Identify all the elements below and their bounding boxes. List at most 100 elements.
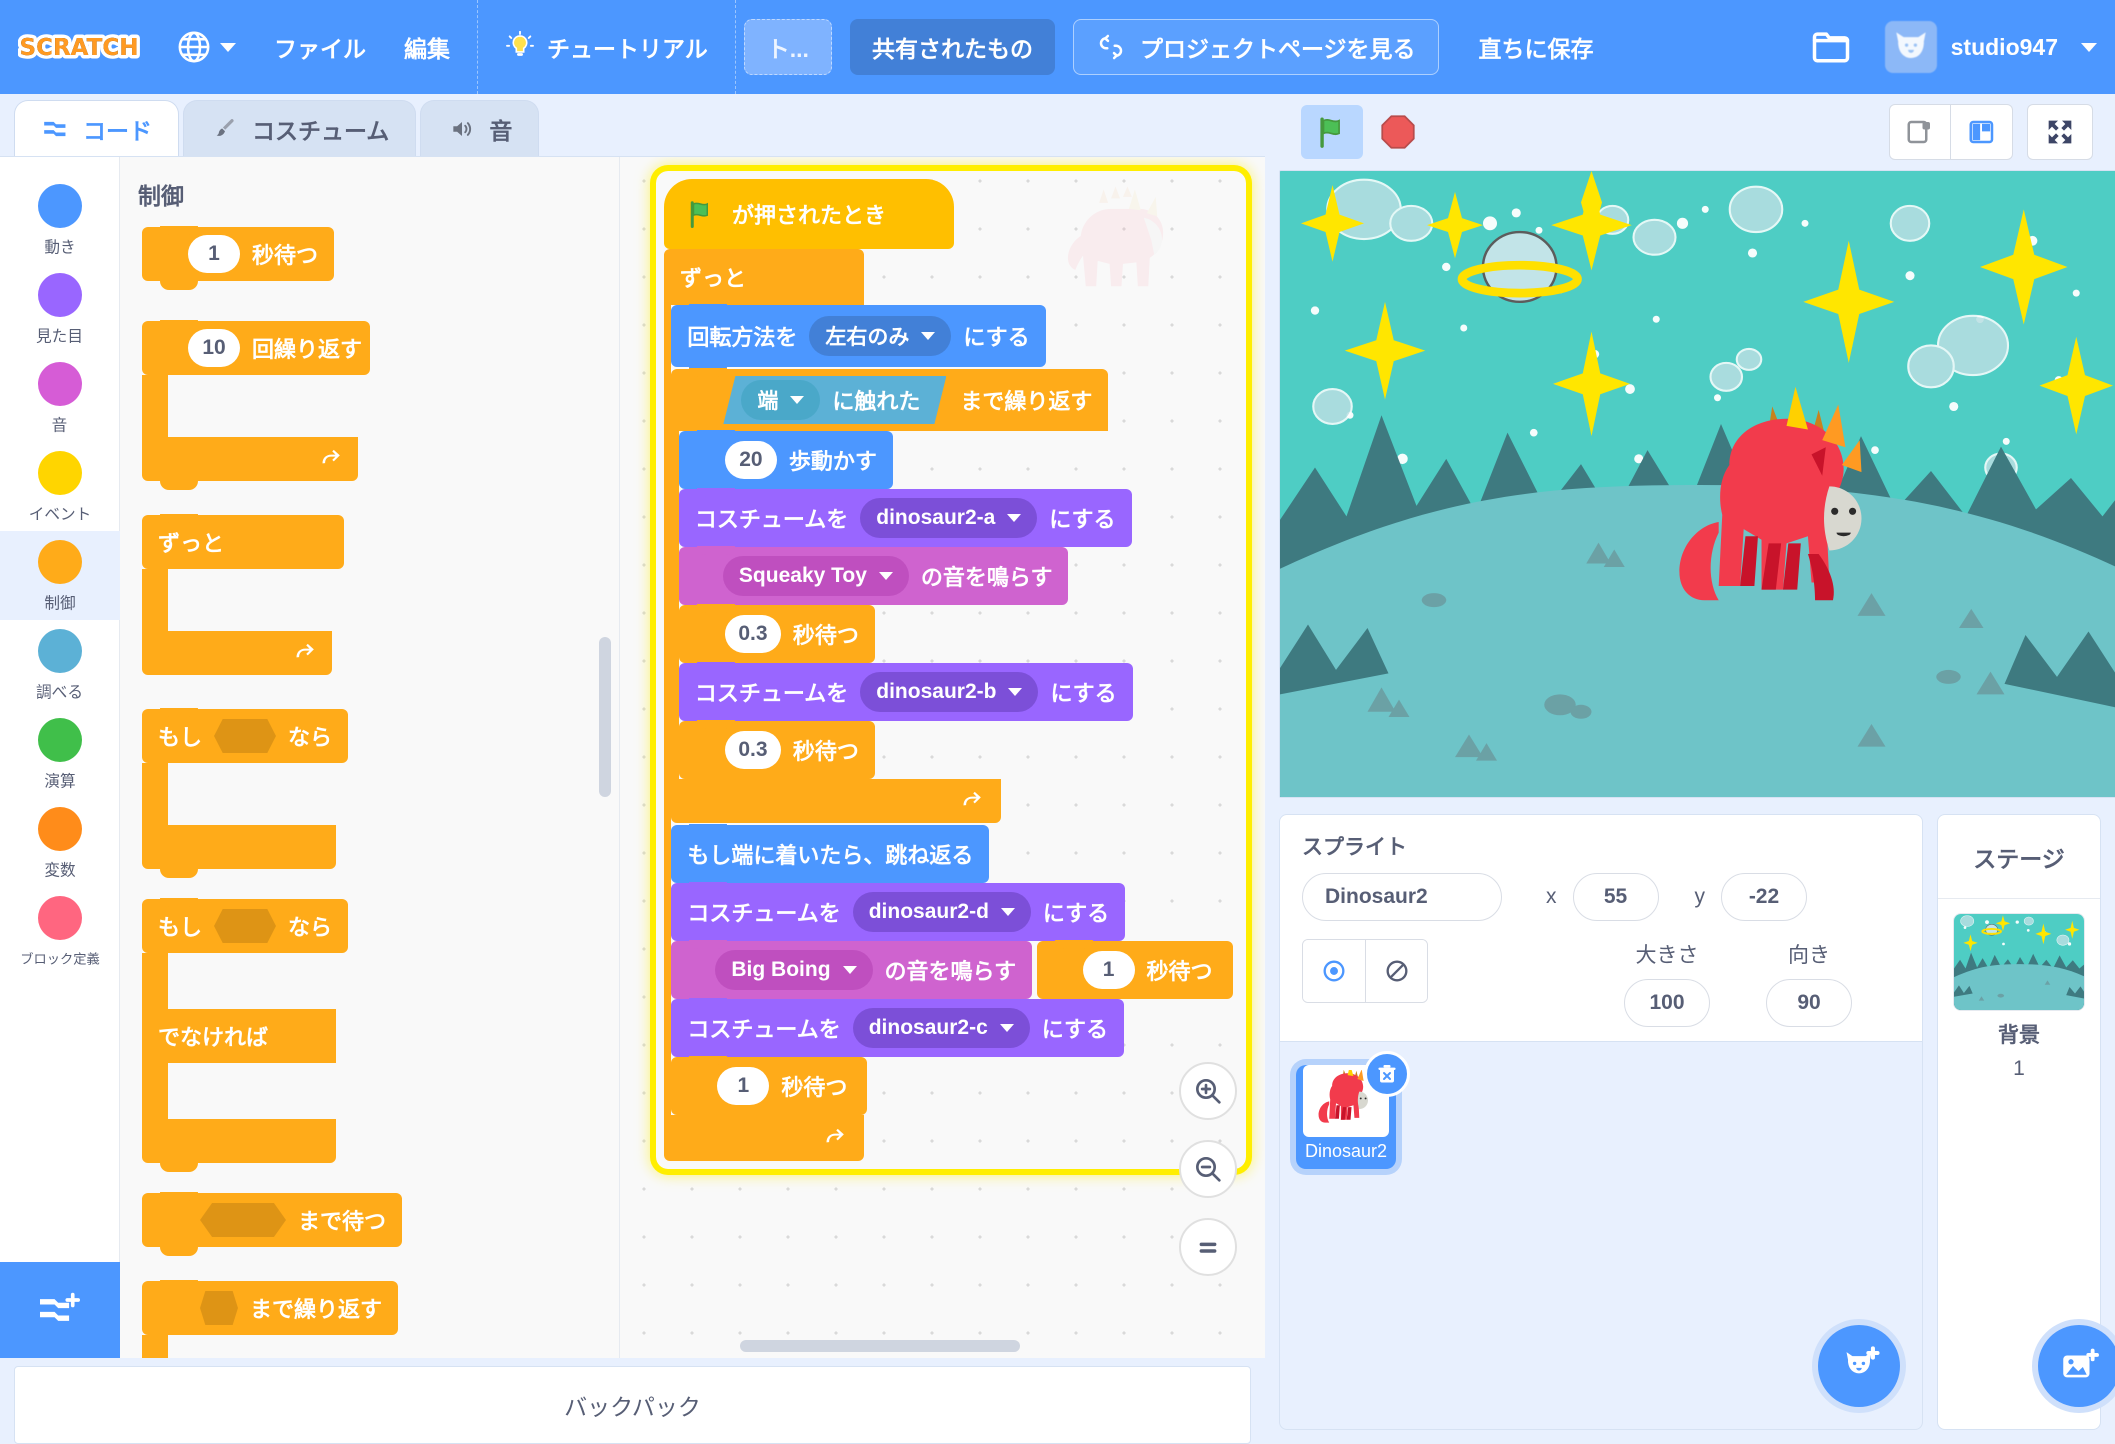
category-variables[interactable]: 変数 xyxy=(0,798,120,887)
touching-target-dropdown[interactable]: 端 xyxy=(741,380,820,420)
block-wait-03-a[interactable]: 0.3 秒待つ xyxy=(678,604,875,672)
repeat-until-condition-slot[interactable] xyxy=(200,1291,238,1325)
file-menu[interactable]: ファイル xyxy=(255,0,385,94)
sprite-hide-button[interactable] xyxy=(1365,940,1427,1002)
add-sprite-button[interactable] xyxy=(1818,1325,1900,1407)
costume-c-dropdown[interactable]: dinosaur2-c xyxy=(852,1008,1030,1048)
tutorials-button[interactable]: チュートリアル xyxy=(486,0,727,94)
block-when-flag-clicked[interactable]: が押されたとき xyxy=(664,179,954,249)
palette-block-if-else[interactable]: もし なら でなければ xyxy=(142,898,619,1172)
loop-arrow-icon xyxy=(963,791,982,806)
green-flag-button[interactable] xyxy=(1301,105,1363,159)
ifelse-condition-slot[interactable] xyxy=(214,909,276,943)
costume-a-dropdown[interactable]: dinosaur2-a xyxy=(860,498,1038,538)
stop-button[interactable] xyxy=(1371,105,1425,159)
account-menu[interactable]: studio947 xyxy=(1884,21,2097,73)
zoom-reset-button[interactable] xyxy=(1179,1218,1237,1276)
costume-b-dropdown[interactable]: dinosaur2-b xyxy=(860,672,1039,712)
repeat-value[interactable]: 10 xyxy=(188,329,240,367)
wait-03-b-value[interactable]: 0.3 xyxy=(724,731,781,769)
category-control[interactable]: 制御 xyxy=(0,531,120,620)
if-condition-slot[interactable] xyxy=(214,719,276,753)
block-play-sound-squeaky[interactable]: Squeaky Toy の音を鳴らす xyxy=(678,546,1069,614)
block-switch-costume-d[interactable]: コスチュームを dinosaur2-d にする xyxy=(671,882,1126,950)
wait-value[interactable]: 1 xyxy=(188,235,240,273)
sprite-show-button[interactable] xyxy=(1303,940,1365,1002)
wait-until-condition-slot[interactable] xyxy=(200,1203,286,1237)
add-backdrop-button[interactable] xyxy=(2038,1325,2115,1407)
repeat-until-label: まで繰り返す xyxy=(249,1297,382,1322)
tab-costumes[interactable]: コスチューム xyxy=(183,100,417,156)
sprite-x-label: x xyxy=(1546,885,1557,908)
sound-squeaky-dropdown[interactable]: Squeaky Toy xyxy=(722,556,909,596)
block-if-on-edge-bounce[interactable]: もし端に着いたら、跳ね返る xyxy=(671,824,990,892)
large-stage-button[interactable] xyxy=(1951,104,2013,160)
save-now-button[interactable]: 直ちに保存 xyxy=(1457,19,1616,75)
block-wait-03-b[interactable]: 0.3 秒待つ xyxy=(678,720,875,788)
zoom-out-button[interactable] xyxy=(1179,1140,1237,1198)
shared-button[interactable]: 共有されたもの xyxy=(849,19,1055,75)
tab-code[interactable]: コード xyxy=(14,100,179,156)
category-operators[interactable]: 演算 xyxy=(0,709,120,798)
sound-boing-dropdown[interactable]: Big Boing xyxy=(715,950,873,990)
sprite-direction-input[interactable]: 90 xyxy=(1766,979,1852,1027)
project-title-input[interactable]: ト... xyxy=(743,19,832,75)
block-switch-costume-a[interactable]: コスチュームを dinosaur2-a にする xyxy=(678,488,1132,556)
scratch-logo[interactable]: SCRATCH SCRATCH xyxy=(18,26,140,68)
category-sensing[interactable]: 調べる xyxy=(0,620,120,709)
category-events[interactable]: イベント xyxy=(0,442,120,531)
sprite-list-item-dinosaur2[interactable]: Dinosaur2 xyxy=(1296,1051,1410,1169)
block-wait-1-b[interactable]: 1 秒待つ xyxy=(671,1056,868,1124)
palette-block-repeat[interactable]: 10 回繰り返す xyxy=(142,320,619,490)
category-sound[interactable]: 音 xyxy=(0,353,120,442)
block-repeat-until[interactable]: 端 に触れた まで繰り返す 20 歩動かす コスチュームを dinosaur2-… xyxy=(671,368,1238,823)
rotation-style-dropdown[interactable]: 左右のみ xyxy=(809,316,952,356)
fullscreen-button[interactable] xyxy=(2027,104,2093,160)
block-move-steps[interactable]: 20 歩動かす xyxy=(678,430,893,498)
wait-1-b-value[interactable]: 1 xyxy=(717,1067,770,1105)
forever-label: ずっと xyxy=(158,531,225,556)
block-forever[interactable]: ずっと 回転方法を 左右のみ にする 端 に触れた まで繰り返す 20 歩動かす… xyxy=(664,249,1238,1161)
sound-squeaky-value: Squeaky Toy xyxy=(738,564,867,587)
palette-block-repeat-until[interactable]: まで繰り返す xyxy=(142,1280,619,1358)
delete-sprite-button[interactable] xyxy=(1364,1051,1410,1097)
sprite-name-input[interactable]: Dinosaur2 xyxy=(1302,873,1502,921)
sprite-y-input[interactable]: -22 xyxy=(1721,873,1807,921)
backdrop-thumbnail[interactable] xyxy=(1953,913,2085,1011)
block-play-sound-boing[interactable]: Big Boing の音を鳴らす xyxy=(671,940,1033,1008)
script-stack[interactable]: が押されたとき ずっと 回転方法を 左右のみ にする 端 に触れた まで繰り返す… xyxy=(656,171,1246,1169)
workspace-horizontal-scrollbar[interactable] xyxy=(740,1340,1020,1352)
block-switch-costume-b[interactable]: コスチュームを dinosaur2-b にする xyxy=(678,662,1133,730)
language-menu[interactable] xyxy=(158,0,255,94)
tab-sounds[interactable]: 音 xyxy=(420,100,540,156)
sprite-list[interactable]: Dinosaur2 xyxy=(1279,1042,1923,1430)
stage[interactable] xyxy=(1279,170,2115,798)
see-project-page-button[interactable]: プロジェクトページを見る xyxy=(1072,19,1439,75)
category-my-blocks[interactable]: ブロック定義 xyxy=(0,887,120,976)
category-looks[interactable]: 見た目 xyxy=(0,264,120,353)
palette-block-forever[interactable]: ずっと xyxy=(142,514,619,675)
sprite-x-input[interactable]: 55 xyxy=(1572,873,1659,921)
edit-menu[interactable]: 編集 xyxy=(385,0,469,94)
block-switch-costume-c[interactable]: コスチュームを dinosaur2-c にする xyxy=(671,998,1124,1066)
folder-icon[interactable] xyxy=(1809,25,1853,69)
sensing-touching-block[interactable]: 端 に触れた xyxy=(723,376,946,424)
wait-1-a-value[interactable]: 1 xyxy=(1082,951,1135,989)
code-workspace[interactable]: が押されたとき ずっと 回転方法を 左右のみ にする 端 に触れた まで繰り返す… xyxy=(620,157,1265,1358)
backpack-panel[interactable]: バックパック xyxy=(0,1358,1265,1444)
block-set-rotation-style[interactable]: 回転方法を 左右のみ にする xyxy=(671,304,1046,376)
palette-block-if[interactable]: もし なら xyxy=(142,708,619,878)
wait-03-a-value[interactable]: 0.3 xyxy=(724,615,781,653)
category-motion[interactable]: 動き xyxy=(0,175,120,264)
block-palette[interactable]: 制御 1 秒待つ 10 回繰り返す ずっと もし なら もし なら でなければ … xyxy=(120,157,620,1358)
costume-d-dropdown[interactable]: dinosaur2-d xyxy=(852,892,1031,932)
palette-scrollbar[interactable] xyxy=(599,637,611,797)
zoom-in-button[interactable] xyxy=(1179,1062,1237,1120)
palette-block-wait-until[interactable]: まで待つ xyxy=(142,1192,619,1256)
sprite-size-input[interactable]: 100 xyxy=(1624,979,1710,1027)
add-extension-button[interactable] xyxy=(0,1262,120,1358)
small-stage-button[interactable] xyxy=(1889,104,1951,160)
move-steps-value[interactable]: 20 xyxy=(724,441,777,479)
palette-block-wait[interactable]: 1 秒待つ xyxy=(142,226,619,290)
block-wait-1-a[interactable]: 1 秒待つ xyxy=(1036,940,1233,1008)
